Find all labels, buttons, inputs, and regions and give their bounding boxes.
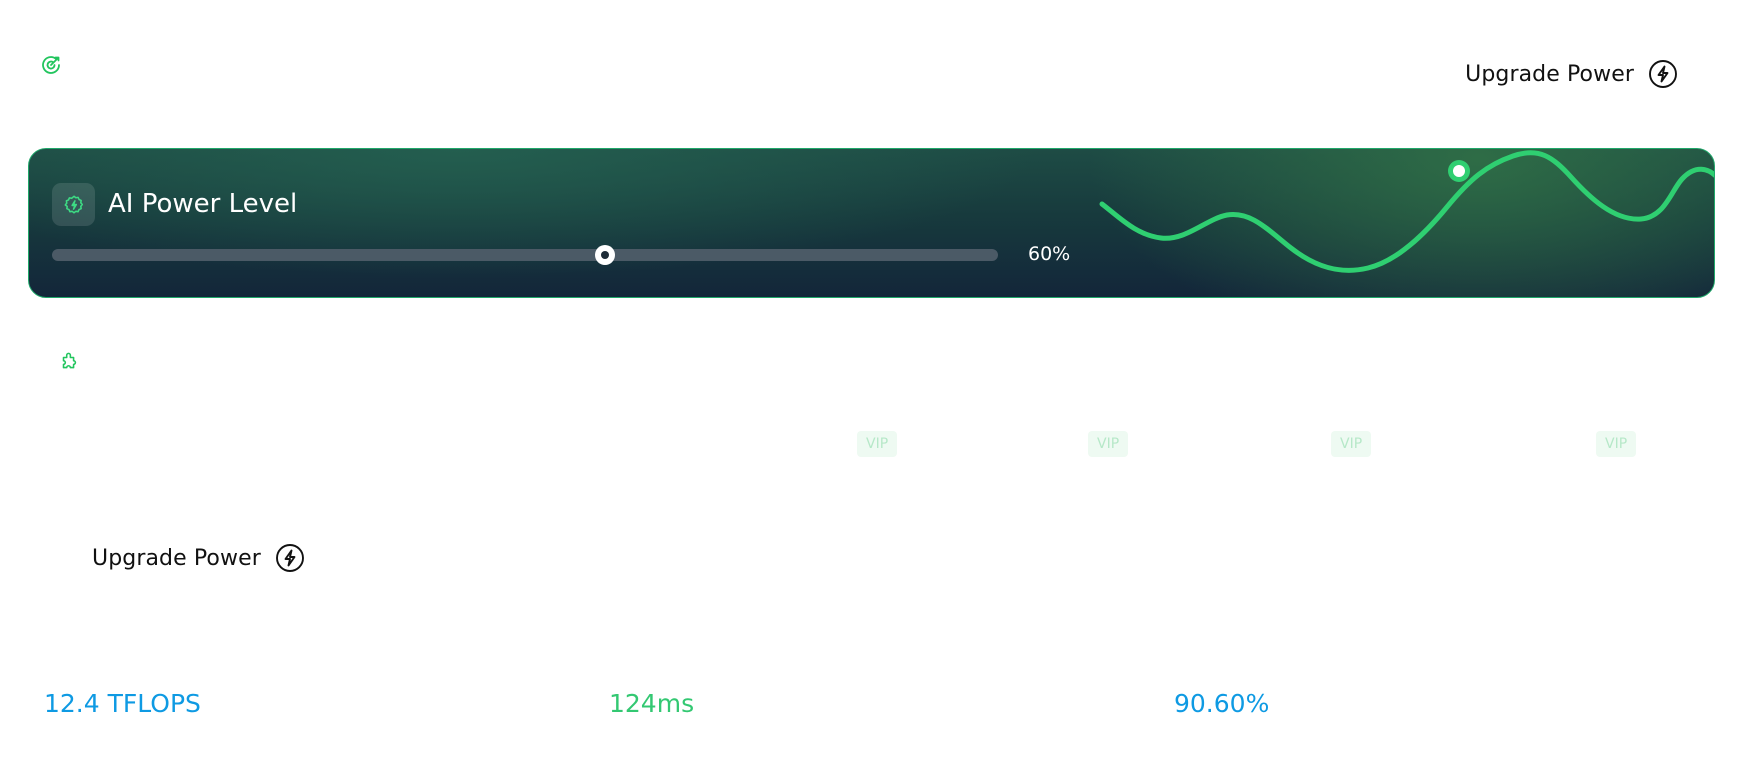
wave-marker-inner <box>1453 165 1465 177</box>
vip-badge: VIP <box>857 431 898 457</box>
ai-power-level-card: AI Power Level 60% <box>28 148 1715 298</box>
metric-latency: 124ms <box>609 689 695 718</box>
lightning-circle-icon <box>275 543 305 573</box>
vip-badge: VIP <box>1596 431 1637 457</box>
metric-compute: 12.4 TFLOPS <box>44 689 201 718</box>
slider-thumb[interactable] <box>595 245 616 265</box>
power-level-title: AI Power Level <box>108 189 298 219</box>
metric-accuracy: 90.60% <box>1174 689 1270 718</box>
puzzle-icon <box>58 352 80 374</box>
vip-badge: VIP <box>1331 431 1372 457</box>
lightning-circle-icon <box>1648 59 1678 89</box>
power-level-slider[interactable] <box>52 245 998 265</box>
upgrade-power-button[interactable]: Upgrade Power <box>1465 59 1678 89</box>
lightning-gear-icon <box>52 183 95 226</box>
power-level-value: 60% <box>1028 243 1071 265</box>
refresh-target-icon[interactable] <box>39 53 63 77</box>
upgrade-power-label: Upgrade Power <box>1465 61 1634 87</box>
vip-badge: VIP <box>1088 431 1129 457</box>
power-wave-chart <box>1099 150 1714 273</box>
upgrade-power-button[interactable]: Upgrade Power <box>92 543 305 573</box>
upgrade-power-label: Upgrade Power <box>92 545 261 571</box>
